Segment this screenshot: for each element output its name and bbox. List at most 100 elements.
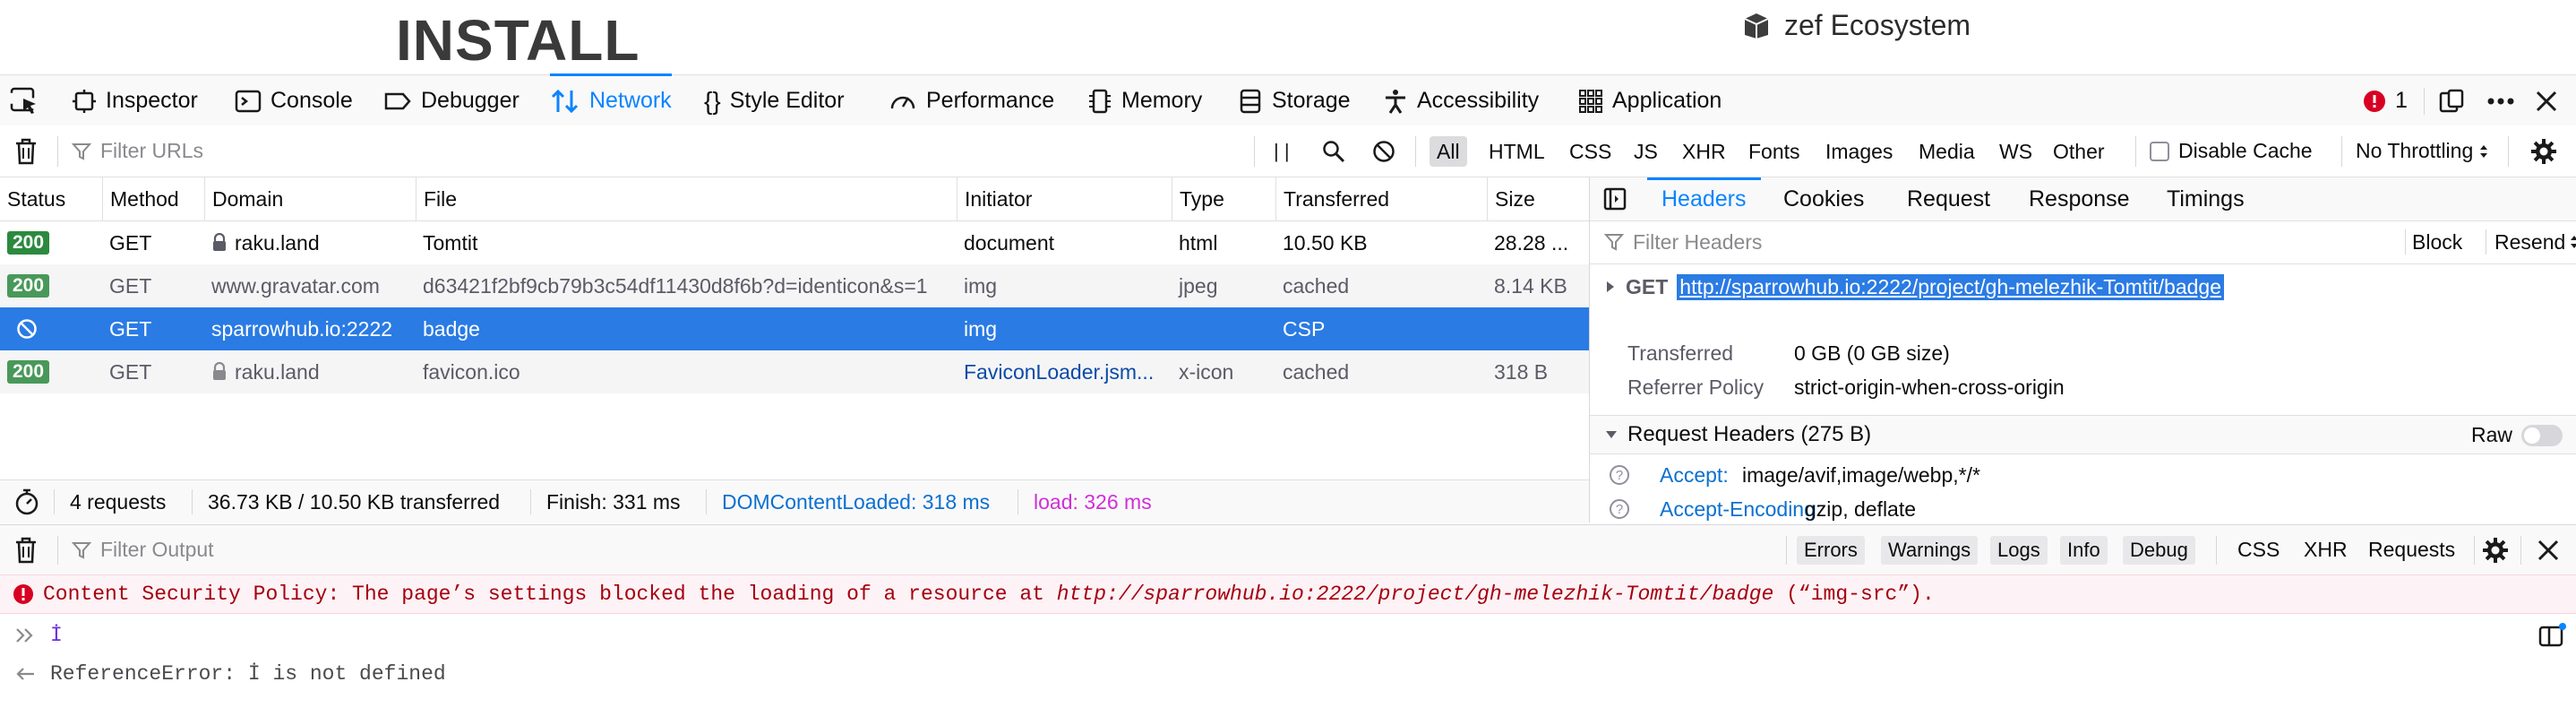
cell-method: GET [109,273,152,298]
request-url[interactable]: http://sparrowhub.io:2222/project/gh-mel… [1677,273,2224,300]
network-settings-button[interactable] [2529,125,2558,177]
column-header-initiator[interactable]: Initiator [957,177,1172,220]
console-error-message[interactable]: Content Security Policy: The page’s sett… [0,574,2576,614]
filter-logs-button[interactable]: Logs [1990,536,2048,565]
details-tab-request[interactable]: Request [1907,177,1990,220]
help-icon[interactable]: ? [1610,499,1629,519]
column-header-type[interactable]: Type [1172,177,1275,220]
tab-performance[interactable]: Performance [889,75,1054,126]
dock-button[interactable] [2438,75,2465,126]
return-arrow-icon [14,665,36,683]
toggle-sidebar-button[interactable] [1602,177,1627,220]
tab-accessibility[interactable]: Accessibility [1383,75,1539,126]
status-badge: 200 [7,231,50,255]
tab-label: Application [1612,88,1722,113]
block-button[interactable]: Block [2412,220,2462,263]
tab-style-editor[interactable]: {} Style Editor [704,75,845,126]
filter-info-button[interactable]: Info [2060,536,2108,565]
pause-button[interactable]: | | [1274,125,1290,177]
filter-headers-input[interactable]: Filter Headers [1604,220,2374,263]
close-split-console-button[interactable] [2537,525,2560,574]
divider [57,136,58,167]
type-filter-js[interactable]: JS [1627,136,1665,167]
column-header-status[interactable]: Status [0,177,102,220]
element-picker-button[interactable] [9,75,39,126]
type-filter-media[interactable]: Media [1911,136,1982,167]
column-header-size[interactable]: Size [1487,177,1589,220]
resend-button[interactable]: Resend [2494,220,2576,263]
tab-network[interactable]: Network [550,73,672,126]
tab-memory[interactable]: Memory [1087,75,1202,126]
column-header-transferred[interactable]: Transferred [1275,177,1487,220]
tab-console[interactable]: Console [235,75,353,126]
table-row[interactable]: 200 GET raku.land favicon.ico FaviconLoa… [0,350,1589,393]
tab-application[interactable]: Application [1578,75,1722,126]
cell-file: d63421f2bf9cb79b3c54df11430d8f6b?d=ident… [423,273,928,298]
tab-storage[interactable]: Storage [1238,75,1351,126]
request-summary-row[interactable]: GET http://sparrowhub.io:2222/project/gh… [1590,263,2576,310]
details-tab-timings[interactable]: Timings [2167,177,2245,220]
tab-debugger[interactable]: Debugger [383,75,519,126]
block-requests-button[interactable] [1372,125,1395,177]
column-header-file[interactable]: File [416,177,957,220]
details-tab-label: Timings [2167,186,2245,212]
filter-output-placeholder: Filter Output [100,538,214,561]
type-filter-fonts[interactable]: Fonts [1741,136,1807,167]
filter-urls-input[interactable]: Filter URLs [72,125,1236,177]
cell-file: favicon.ico [423,359,520,384]
filter-requests-button[interactable]: Requests [2368,525,2455,574]
details-tab-headers[interactable]: Headers [1647,177,1760,220]
error-count-badge[interactable]: 1 [2363,75,2408,126]
filter-output-input[interactable]: Filter Output [72,525,1773,574]
search-button[interactable] [1322,125,1345,177]
error-count: 1 [2395,88,2408,113]
type-filter-html[interactable]: HTML [1481,136,1552,167]
type-filter-images[interactable]: Images [1818,136,1900,167]
referrer-policy-value: strict-origin-when-cross-origin [1794,376,2065,399]
close-toolbox-button[interactable] [2535,75,2558,126]
console-settings-button[interactable] [2481,525,2510,574]
filter-errors-button[interactable]: Errors [1797,536,1865,565]
console-input-text[interactable]: İ [50,624,63,647]
request-headers-section[interactable]: Request Headers (275 B) Raw [1590,415,2576,454]
ecosystem-link[interactable]: zef Ecosystem [1741,7,1971,43]
toggle-knob [2524,427,2540,444]
filter-css-button[interactable]: CSS [2237,525,2280,574]
filter-debug-button[interactable]: Debug [2123,536,2195,565]
clear-requests-button[interactable] [14,125,38,177]
lock-icon [211,362,228,382]
type-filter-all[interactable]: All [1430,136,1467,167]
block-icon [1372,140,1395,163]
network-icon [550,88,580,115]
column-header-method[interactable]: Method [102,177,204,220]
performance-analysis-button[interactable] [14,480,39,523]
type-filter-xhr[interactable]: XHR [1675,136,1733,167]
close-icon [2535,90,2558,113]
editor-mode-button[interactable] [2538,622,2567,649]
filter-xhr-button[interactable]: XHR [2304,525,2348,574]
tab-inspector[interactable]: Inspector [72,75,198,126]
column-header-domain[interactable]: Domain [204,177,416,220]
table-row[interactable]: 200 GET raku.land Tomtit document html 1… [0,221,1589,264]
cell-initiator-link[interactable]: FaviconLoader.jsm... [957,350,1172,393]
raw-toggle[interactable] [2521,425,2563,446]
memory-icon [1087,88,1112,115]
details-tab-cookies[interactable]: Cookies [1783,177,1864,220]
details-tab-response[interactable]: Response [2029,177,2130,220]
help-icon[interactable]: ? [1610,465,1629,485]
console-input-row[interactable]: İ [0,615,2576,656]
type-filter-ws[interactable]: WS [1992,136,2039,167]
disable-cache-checkbox[interactable]: Disable Cache [2150,125,2313,177]
table-row[interactable]: 200 GET www.gravatar.com d63421f2bf9cb79… [0,264,1589,307]
type-filter-other[interactable]: Other [2046,136,2112,167]
resend-label: Resend [2494,229,2566,254]
table-row-selected[interactable]: GET sparrowhub.io:2222 badge img CSP [0,307,1589,350]
clear-console-button[interactable] [14,525,38,574]
cell-method: GET [109,316,152,341]
type-filter-css[interactable]: CSS [1562,136,1619,167]
lock-icon [211,233,228,253]
filter-warnings-button[interactable]: Warnings [1881,536,1979,565]
throttling-select[interactable]: No Throttling [2356,125,2489,177]
more-options-button[interactable] [2486,75,2515,126]
stopwatch-icon [14,488,39,515]
